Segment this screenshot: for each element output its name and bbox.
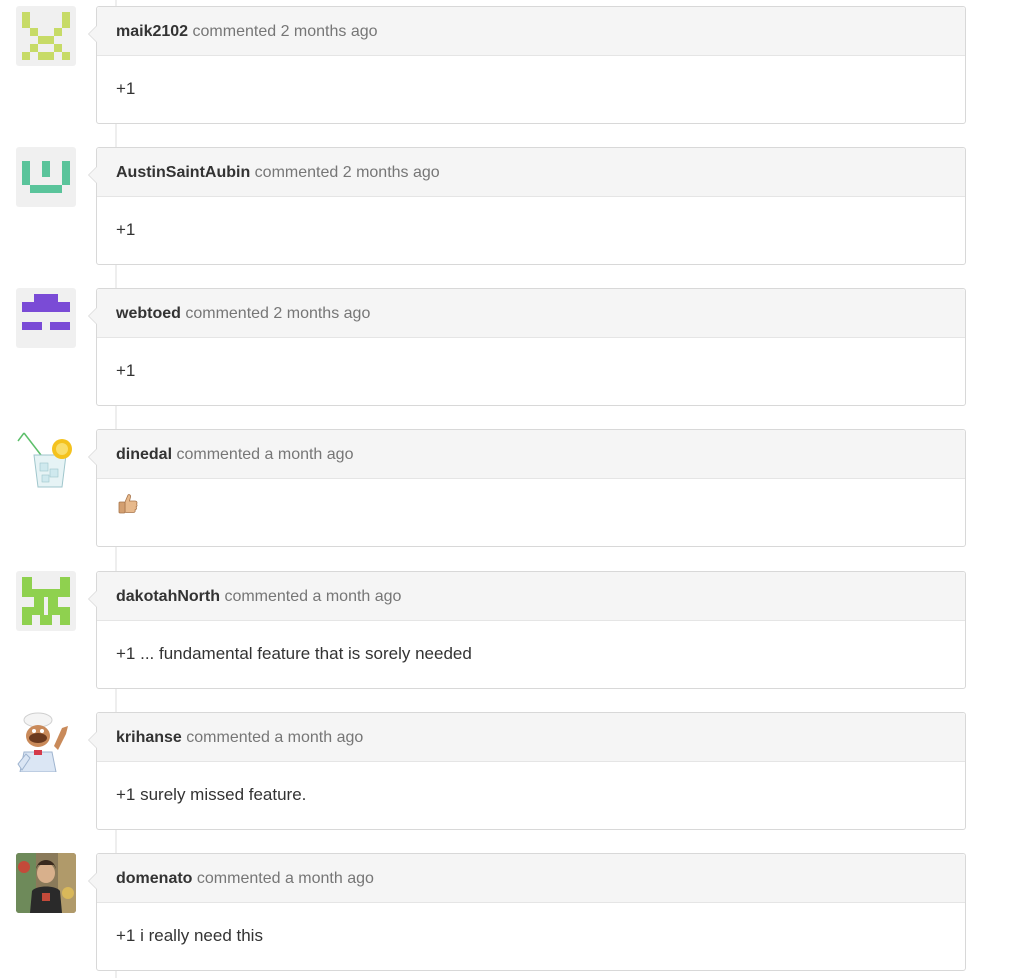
author-link[interactable]: domenato bbox=[116, 870, 192, 887]
comment: dakotahNorth commented a month ago +1 ..… bbox=[0, 565, 1012, 689]
comment: AustinSaintAubin commented 2 months ago … bbox=[0, 141, 1012, 265]
comment-timestamp[interactable]: 2 months ago bbox=[281, 23, 378, 40]
comment-header: krihanse commented a month ago bbox=[97, 713, 965, 762]
comment-card: webtoed commented 2 months ago +1 bbox=[88, 288, 966, 406]
comment-body bbox=[97, 479, 965, 545]
comment: maik2102 commented 2 months ago +1 bbox=[0, 0, 1012, 124]
comment-body: +1 ... fundamental feature that is sorel… bbox=[116, 644, 472, 663]
identicon-green-icon bbox=[16, 571, 76, 631]
comment-action: commented bbox=[196, 870, 281, 887]
identicon-purple-icon bbox=[16, 288, 76, 348]
avatar[interactable] bbox=[16, 147, 76, 207]
comment-header: dinedal commented a month ago bbox=[97, 430, 965, 479]
comment-header: maik2102 commented 2 months ago bbox=[97, 7, 965, 56]
comment-action: commented bbox=[192, 23, 277, 40]
comment-body: +1 bbox=[116, 220, 136, 239]
author-link[interactable]: dakotahNorth bbox=[116, 588, 220, 605]
comment: dinedal commented a month ago bbox=[0, 423, 1012, 547]
comment: krihanse commented a month ago +1 surely… bbox=[0, 706, 1012, 830]
comment-header: dakotahNorth commented a month ago bbox=[97, 572, 965, 621]
comment-header: webtoed commented 2 months ago bbox=[97, 289, 965, 338]
author-link[interactable]: maik2102 bbox=[116, 23, 188, 40]
comment-card: domenato commented a month ago +1 i real… bbox=[88, 853, 966, 971]
comment-body: +1 bbox=[116, 79, 136, 98]
identicon-teal-icon bbox=[16, 147, 76, 207]
avatar[interactable] bbox=[16, 853, 76, 913]
comment: domenato commented a month ago +1 i real… bbox=[0, 847, 1012, 971]
author-link[interactable]: AustinSaintAubin bbox=[116, 164, 250, 181]
comment-timestamp[interactable]: 2 months ago bbox=[343, 164, 440, 181]
user-photo-icon bbox=[16, 853, 76, 913]
identicon-lime-icon bbox=[16, 6, 76, 66]
avatar[interactable] bbox=[16, 288, 76, 348]
avatar[interactable] bbox=[16, 6, 76, 66]
comment-timestamp[interactable]: a month ago bbox=[265, 446, 354, 463]
thumbs-up-icon bbox=[116, 478, 140, 544]
comment-timestamp[interactable]: a month ago bbox=[285, 870, 374, 887]
comment-card: maik2102 commented 2 months ago +1 bbox=[88, 6, 966, 124]
comment-card: AustinSaintAubin commented 2 months ago … bbox=[88, 147, 966, 265]
author-link[interactable]: krihanse bbox=[116, 729, 182, 746]
comment-body: +1 i really need this bbox=[116, 926, 263, 945]
comment: webtoed commented 2 months ago +1 bbox=[0, 282, 1012, 406]
comment-card: krihanse commented a month ago +1 surely… bbox=[88, 712, 966, 830]
avatar[interactable] bbox=[16, 712, 76, 772]
author-link[interactable]: webtoed bbox=[116, 305, 181, 322]
author-link[interactable]: dinedal bbox=[116, 446, 172, 463]
avatar[interactable] bbox=[16, 571, 76, 631]
comment-timestamp[interactable]: 2 months ago bbox=[273, 305, 370, 322]
comment-action: commented bbox=[186, 729, 270, 746]
swedish-chef-icon bbox=[16, 712, 76, 772]
comment-action: commented bbox=[224, 588, 309, 605]
comment-header: domenato commented a month ago bbox=[97, 854, 965, 903]
comment-action: commented bbox=[254, 164, 339, 181]
comment-action: commented bbox=[185, 305, 269, 322]
comment-timestamp[interactable]: a month ago bbox=[274, 729, 363, 746]
glass-of-lemonade-icon bbox=[16, 429, 76, 489]
comment-card: dinedal commented a month ago bbox=[88, 429, 966, 547]
comment-body: +1 bbox=[116, 361, 136, 380]
avatar[interactable] bbox=[16, 429, 76, 489]
comment-body: +1 surely missed feature. bbox=[116, 785, 307, 804]
comment-action: commented bbox=[176, 446, 261, 463]
comment-timestamp[interactable]: a month ago bbox=[313, 588, 402, 605]
comment-header: AustinSaintAubin commented 2 months ago bbox=[97, 148, 965, 197]
comment-card: dakotahNorth commented a month ago +1 ..… bbox=[88, 571, 966, 689]
